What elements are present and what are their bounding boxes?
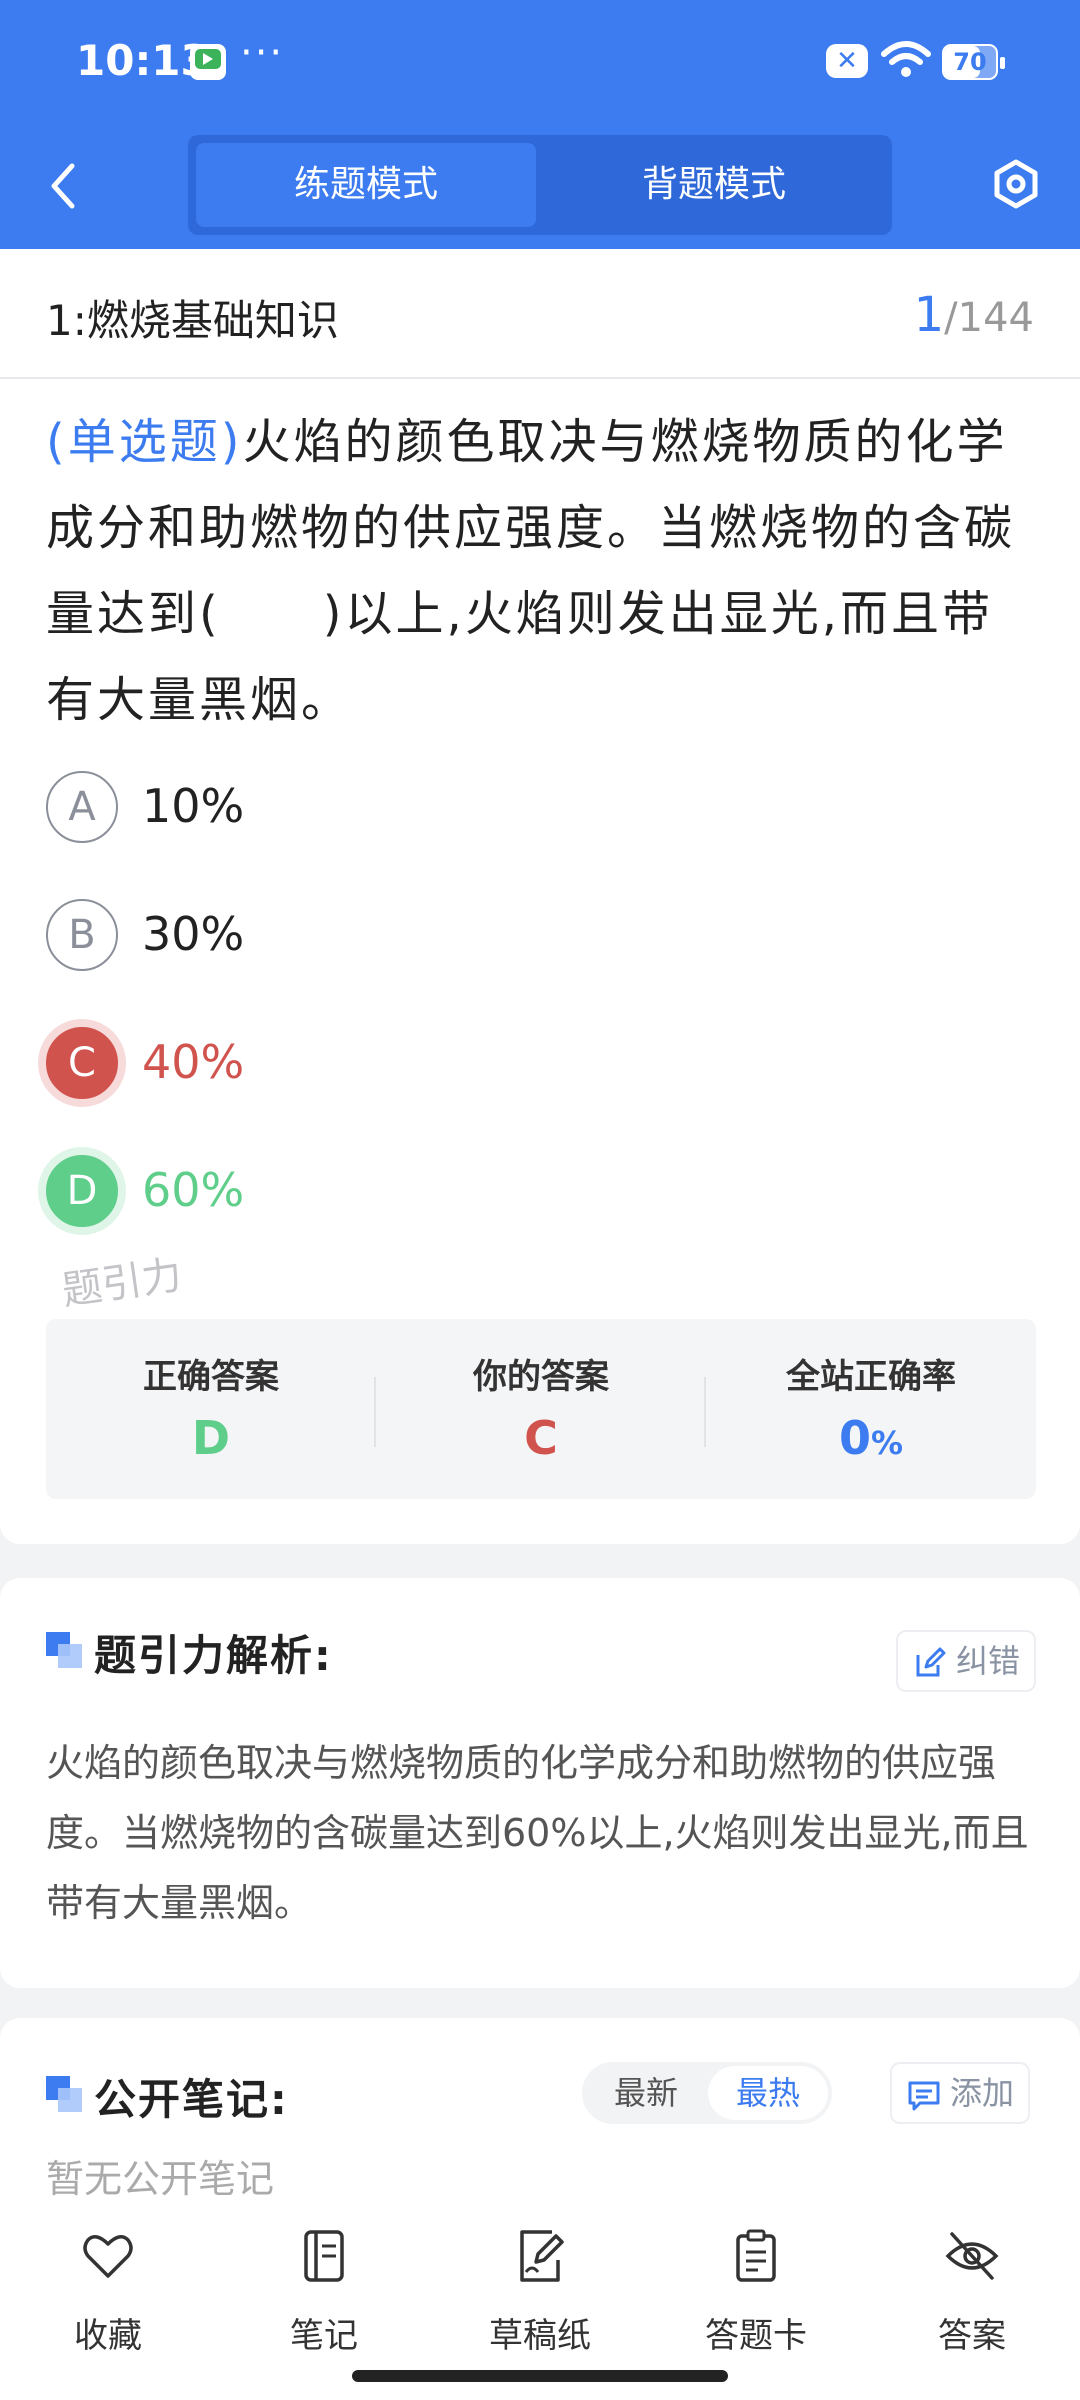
app-header: 10:13 ··· ✕ 70 练题模式 背题模式	[0, 0, 1080, 249]
back-arrow-icon[interactable]	[44, 158, 84, 214]
correct-answer-col: 正确答案 D	[46, 1319, 376, 1499]
notes-button[interactable]: 笔记	[244, 2228, 404, 2358]
sort-hottest[interactable]: 最热	[708, 2066, 828, 2120]
section-squares-icon	[46, 1632, 82, 1668]
more-notifications-icon: ···	[240, 30, 285, 76]
notebook-icon	[304, 2230, 344, 2282]
home-indicator[interactable]	[352, 2370, 728, 2382]
notes-label: 笔记	[290, 2316, 358, 2356]
option-letter: B	[46, 899, 118, 971]
question-card: 1:燃烧基础知识 1/144 (单选题)火焰的颜色取决与燃烧物质的化学成分和助燃…	[0, 249, 1080, 1544]
answer-sheet-icon	[736, 2229, 776, 2282]
show-answer-label: 答案	[938, 2316, 1006, 2356]
option-c[interactable]: C 40%	[46, 1027, 946, 1101]
correct-answer-label: 正确答案	[143, 1357, 279, 1397]
option-letter: D	[46, 1155, 118, 1227]
accuracy-label: 全站正确率	[786, 1357, 956, 1397]
edit-icon	[916, 1647, 946, 1677]
notes-sort-switch: 最新 最热	[582, 2062, 832, 2124]
show-answer-button[interactable]: 答案	[892, 2228, 1052, 2358]
tab-memorize-mode[interactable]: 背题模式	[544, 143, 884, 227]
heart-icon	[83, 2235, 133, 2278]
option-d[interactable]: D 60%	[46, 1155, 946, 1229]
current-index: 1	[913, 287, 945, 343]
notes-title: 公开笔记:	[94, 2075, 289, 2124]
question-counter: 1/144	[914, 287, 1034, 343]
your-answer-value: C	[524, 1411, 558, 1465]
answer-sheet-button[interactable]: 答题卡	[676, 2228, 836, 2358]
question-text-block: (单选题)火焰的颜色取决与燃烧物质的化学成分和助燃物的供应强度。当燃烧物的含碳量…	[46, 399, 1036, 743]
settings-hexagon-icon[interactable]	[990, 158, 1042, 210]
correct-answer-value: D	[191, 1411, 231, 1465]
draft-paper-icon	[520, 2230, 564, 2282]
video-app-icon	[190, 44, 226, 80]
answer-sheet-label: 答题卡	[705, 2316, 807, 2356]
total-count: /144	[944, 295, 1034, 341]
option-text: 60%	[142, 1163, 245, 1217]
option-a[interactable]: A 10%	[46, 771, 946, 845]
result-summary: 正确答案 D 你的答案 C 全站正确率 0%	[46, 1319, 1036, 1499]
sort-latest[interactable]: 最新	[586, 2066, 706, 2120]
option-b[interactable]: B 30%	[46, 899, 946, 973]
wifi-icon	[881, 41, 931, 77]
section-title: 1:燃烧基础知识	[46, 296, 339, 345]
option-text: 10%	[142, 779, 245, 833]
add-note-label: 添加	[950, 2074, 1015, 2112]
option-letter: C	[46, 1027, 118, 1099]
mode-switch: 练题模式 背题模式	[188, 135, 892, 235]
battery-indicator: 70	[942, 44, 1005, 80]
add-note-button[interactable]: 添加	[890, 2062, 1031, 2124]
notes-empty-text: 暂无公开笔记	[46, 2157, 275, 2201]
watermark: 题引力	[59, 1252, 185, 1315]
your-answer-col: 你的答案 C	[376, 1319, 706, 1499]
comment-icon	[908, 2081, 940, 2111]
accuracy-col: 全站正确率 0%	[706, 1319, 1036, 1499]
section-squares-icon	[46, 2076, 82, 2112]
eye-off-icon	[945, 2232, 999, 2280]
report-error-label: 纠错	[956, 1642, 1021, 1680]
draft-paper-label: 草稿纸	[489, 2316, 591, 2356]
option-text: 30%	[142, 907, 245, 961]
option-letter: A	[46, 771, 118, 843]
notification-x-icon: ✕	[826, 44, 868, 78]
option-text: 40%	[142, 1035, 245, 1089]
favorite-button[interactable]: 收藏	[28, 2228, 188, 2358]
analysis-card: 题引力解析: 纠错 火焰的颜色取决与燃烧物质的化学成分和助燃物的供应强度。当燃烧…	[0, 1578, 1080, 1988]
your-answer-label: 你的答案	[473, 1357, 609, 1397]
draft-paper-button[interactable]: 草稿纸	[460, 2228, 620, 2358]
analysis-title: 题引力解析:	[94, 1631, 333, 1680]
tab-practice-mode[interactable]: 练题模式	[196, 143, 536, 227]
question-type: (单选题)	[46, 414, 243, 470]
favorite-label: 收藏	[74, 2316, 142, 2356]
question-header: 1:燃烧基础知识 1/144	[0, 249, 1080, 379]
report-error-button[interactable]: 纠错	[896, 1630, 1037, 1692]
accuracy-value: 0%	[838, 1411, 904, 1465]
battery-level: 70	[953, 48, 987, 76]
analysis-text: 火焰的颜色取决与燃烧物质的化学成分和助燃物的供应强度。当燃烧物的含碳量达到60%…	[46, 1741, 1029, 1925]
